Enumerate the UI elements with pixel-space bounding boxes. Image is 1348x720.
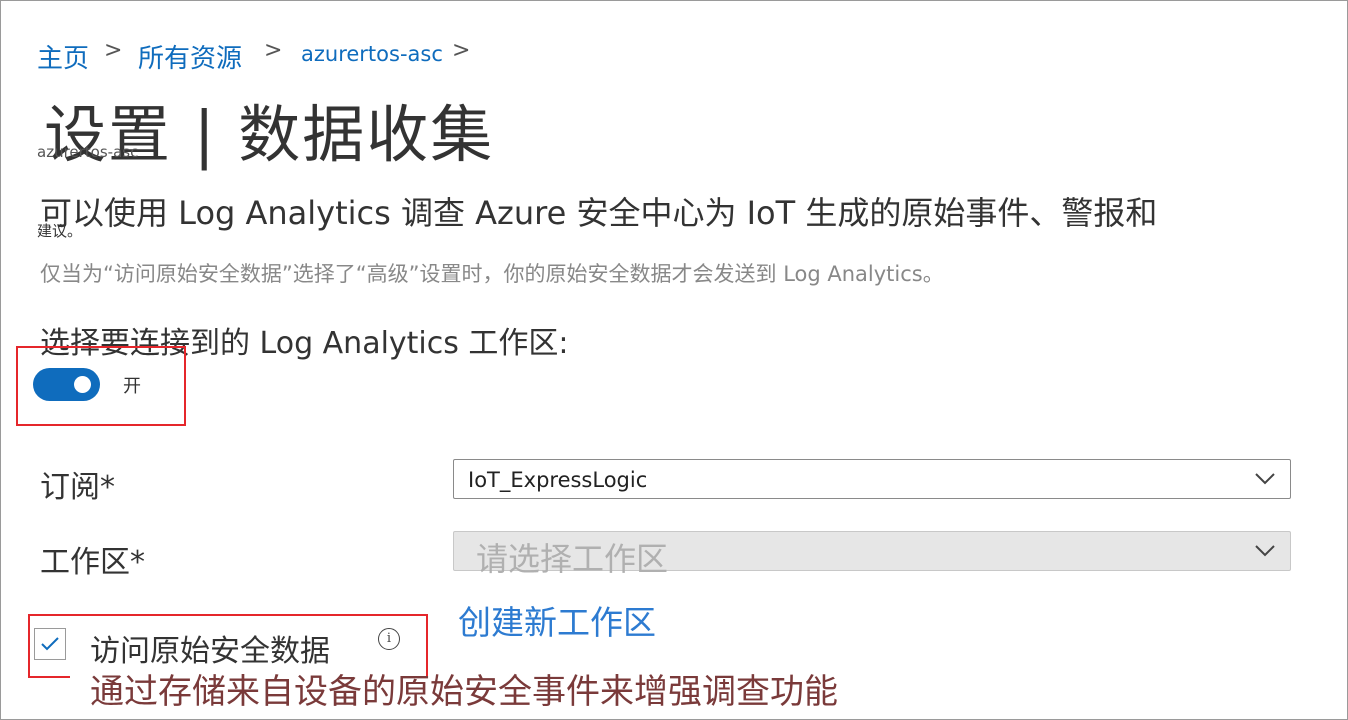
subscription-label: 订阅* [40, 470, 115, 505]
chevron-down-icon [1255, 473, 1275, 485]
info-icon[interactable]: i [378, 628, 400, 650]
toggle-state-label: 开 [123, 376, 141, 397]
description-text: 可以使用 Log Analytics 调查 Azure 安全中心为 IoT 生成… [40, 194, 1158, 232]
description-tail: 建议。 [37, 222, 83, 240]
breadcrumb-all-resources[interactable]: 所有资源 [138, 38, 242, 75]
breadcrumb-resource[interactable]: azurertos-asc [301, 42, 443, 66]
subscription-value: IoT_ExpressLogic [468, 468, 648, 492]
page-subtitle: azurertos-asc [37, 143, 139, 161]
workspace-placeholder: 请选择工作区 [476, 540, 669, 578]
breadcrumb-separator: > [264, 38, 283, 63]
raw-data-checkbox[interactable] [34, 628, 66, 660]
breadcrumb-separator: > [104, 38, 123, 63]
highlight-box-bottom-edge [28, 676, 70, 678]
create-workspace-link[interactable]: 创建新工作区 [458, 596, 656, 644]
breadcrumb-home[interactable]: 主页 [37, 38, 89, 75]
workspace-label: 工作区* [40, 545, 145, 580]
raw-data-description: 通过存储来自设备的原始安全事件来增强调查功能 [90, 672, 838, 712]
raw-data-note: 仅当为“访问原始安全数据”选择了“高级”设置时，你的原始安全数据才会发送到 Lo… [40, 262, 944, 286]
breadcrumb-separator: > [452, 38, 471, 63]
chevron-down-icon [1255, 545, 1275, 557]
workspace-dropdown[interactable]: 请选择工作区 [453, 531, 1291, 578]
subscription-dropdown[interactable]: IoT_ExpressLogic [453, 459, 1291, 499]
workspace-toggle[interactable] [33, 368, 100, 401]
checkmark-icon [41, 637, 59, 651]
toggle-knob [74, 376, 91, 393]
